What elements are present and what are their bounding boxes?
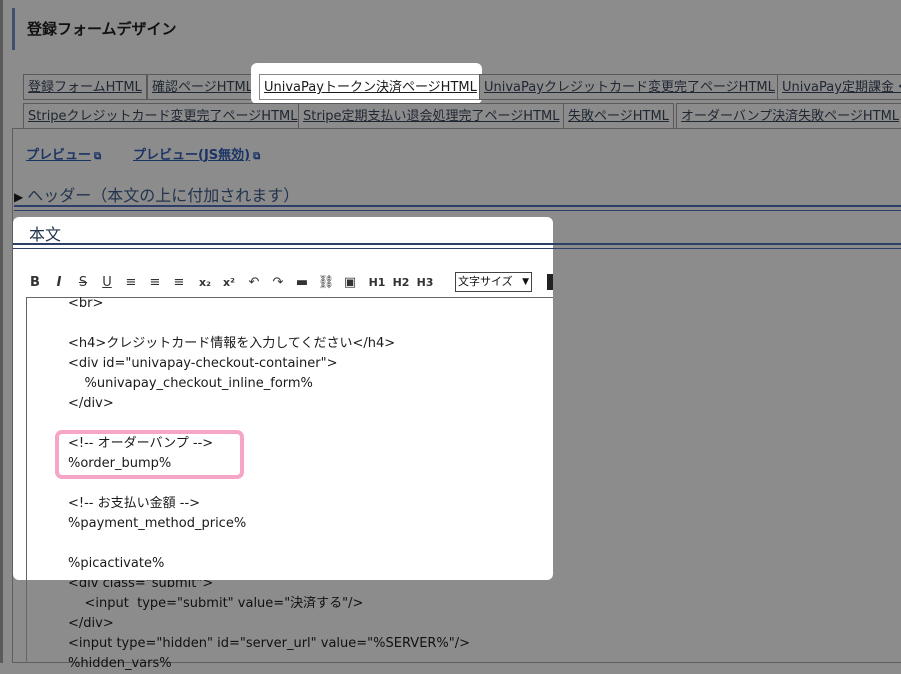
subscript-button[interactable]: x₂	[195, 272, 215, 294]
code-line: %picactivate%	[68, 556, 165, 571]
align-center-icon[interactable]: ≡	[147, 272, 163, 294]
tab-failure-page-html[interactable]: 失敗ページHTML	[563, 103, 674, 129]
external-link-icon: ⧉	[94, 151, 102, 162]
tab-stripe-subscription-cancel-complete-html[interactable]: Stripe定期支払い退会処理完了ページHTML	[298, 103, 565, 129]
horizontal-rule-icon[interactable]: ▬	[293, 272, 311, 294]
h3-button[interactable]: H3	[415, 272, 435, 294]
header-section-label: ヘッダー（本文の上に付加されます）	[27, 186, 300, 205]
tab-univapay-subscription[interactable]: UnivaPay定期課金・	[777, 74, 901, 100]
divider	[13, 248, 553, 249]
chevron-down-icon: ▼	[522, 277, 529, 287]
align-left-icon[interactable]: ≡	[123, 272, 139, 294]
tab-stripe-card-change-complete-html[interactable]: Stripeクレジットカード変更完了ページHTML	[23, 103, 303, 129]
preview-link[interactable]: プレビュー ⧉	[26, 144, 101, 163]
strikethrough-button[interactable]: S	[75, 272, 91, 294]
code-line: <div id="univapay-checkout-container">	[68, 356, 338, 371]
link-icon[interactable]: ⛓	[317, 272, 335, 294]
code-line: <input type="submit" value="決済する"/>	[68, 596, 364, 611]
h2-button[interactable]: H2	[391, 272, 411, 294]
header-section-toggle[interactable]: ▶ ヘッダー（本文の上に付加されます）	[14, 182, 299, 206]
code-line: %payment_method_price%	[68, 516, 247, 531]
code-line: %univapay_checkout_inline_form%	[68, 376, 313, 391]
tab-univapay-token-payment-html[interactable]: UnivaPayトークン決済ページHTML	[259, 74, 482, 100]
tab-order-bump-failure-page-html[interactable]: オーダーバンプ決済失敗ページHTML	[676, 103, 901, 129]
redo-icon[interactable]: ↷	[269, 272, 287, 294]
order-bump-highlight-box	[55, 430, 244, 479]
h1-button[interactable]: H1	[367, 272, 387, 294]
code-line: </div>	[68, 616, 114, 631]
body-section-label: 本文	[29, 225, 62, 244]
font-size-select-value: 文字サイズ	[458, 275, 513, 288]
body-editor-panel: 本文 B I S U ≡ ≡ ≡ x₂ x² ↶ ↷ ▬ ⛓ ▣ H1 H2 H…	[13, 217, 553, 580]
preview-nojs-link[interactable]: プレビュー(JS無効) ⧉	[133, 144, 260, 163]
image-icon[interactable]: ▣	[341, 272, 359, 294]
expand-triangle-icon: ▶	[14, 190, 24, 204]
page-title: 登録フォームデザイン	[12, 8, 177, 50]
align-right-icon[interactable]: ≡	[171, 272, 187, 294]
code-line: </div>	[68, 396, 114, 411]
italic-button[interactable]: I	[51, 272, 67, 294]
tab-univapay-card-change-complete-html[interactable]: UnivaPayクレジットカード変更完了ページHTML	[479, 74, 780, 100]
divider	[13, 243, 553, 245]
divider	[14, 210, 901, 211]
text-color-button[interactable]	[547, 274, 553, 290]
undo-icon[interactable]: ↶	[245, 272, 263, 294]
superscript-button[interactable]: x²	[219, 272, 239, 294]
code-line: %hidden_vars%	[68, 656, 172, 671]
tab-registration-form-html[interactable]: 登録フォームHTML	[23, 74, 147, 100]
tab-confirmation-page-html[interactable]: 確認ページHTML	[147, 74, 258, 100]
preview-nojs-link-label: プレビュー(JS無効)	[133, 148, 251, 163]
preview-link-label: プレビュー	[26, 148, 92, 163]
external-link-icon: ⧉	[253, 151, 261, 162]
code-line: <h4>クレジットカード情報を入力してください</h4>	[68, 336, 396, 351]
underline-button[interactable]: U	[99, 272, 115, 294]
left-border	[0, 0, 3, 663]
font-size-select[interactable]: 文字サイズ ▼	[455, 272, 532, 292]
divider	[14, 205, 901, 207]
code-line: <br>	[68, 296, 104, 311]
code-line: <!-- お支払い金額 -->	[68, 496, 201, 511]
code-line: <input type="hidden" id="server_url" val…	[68, 636, 471, 651]
bold-button[interactable]: B	[27, 272, 43, 294]
